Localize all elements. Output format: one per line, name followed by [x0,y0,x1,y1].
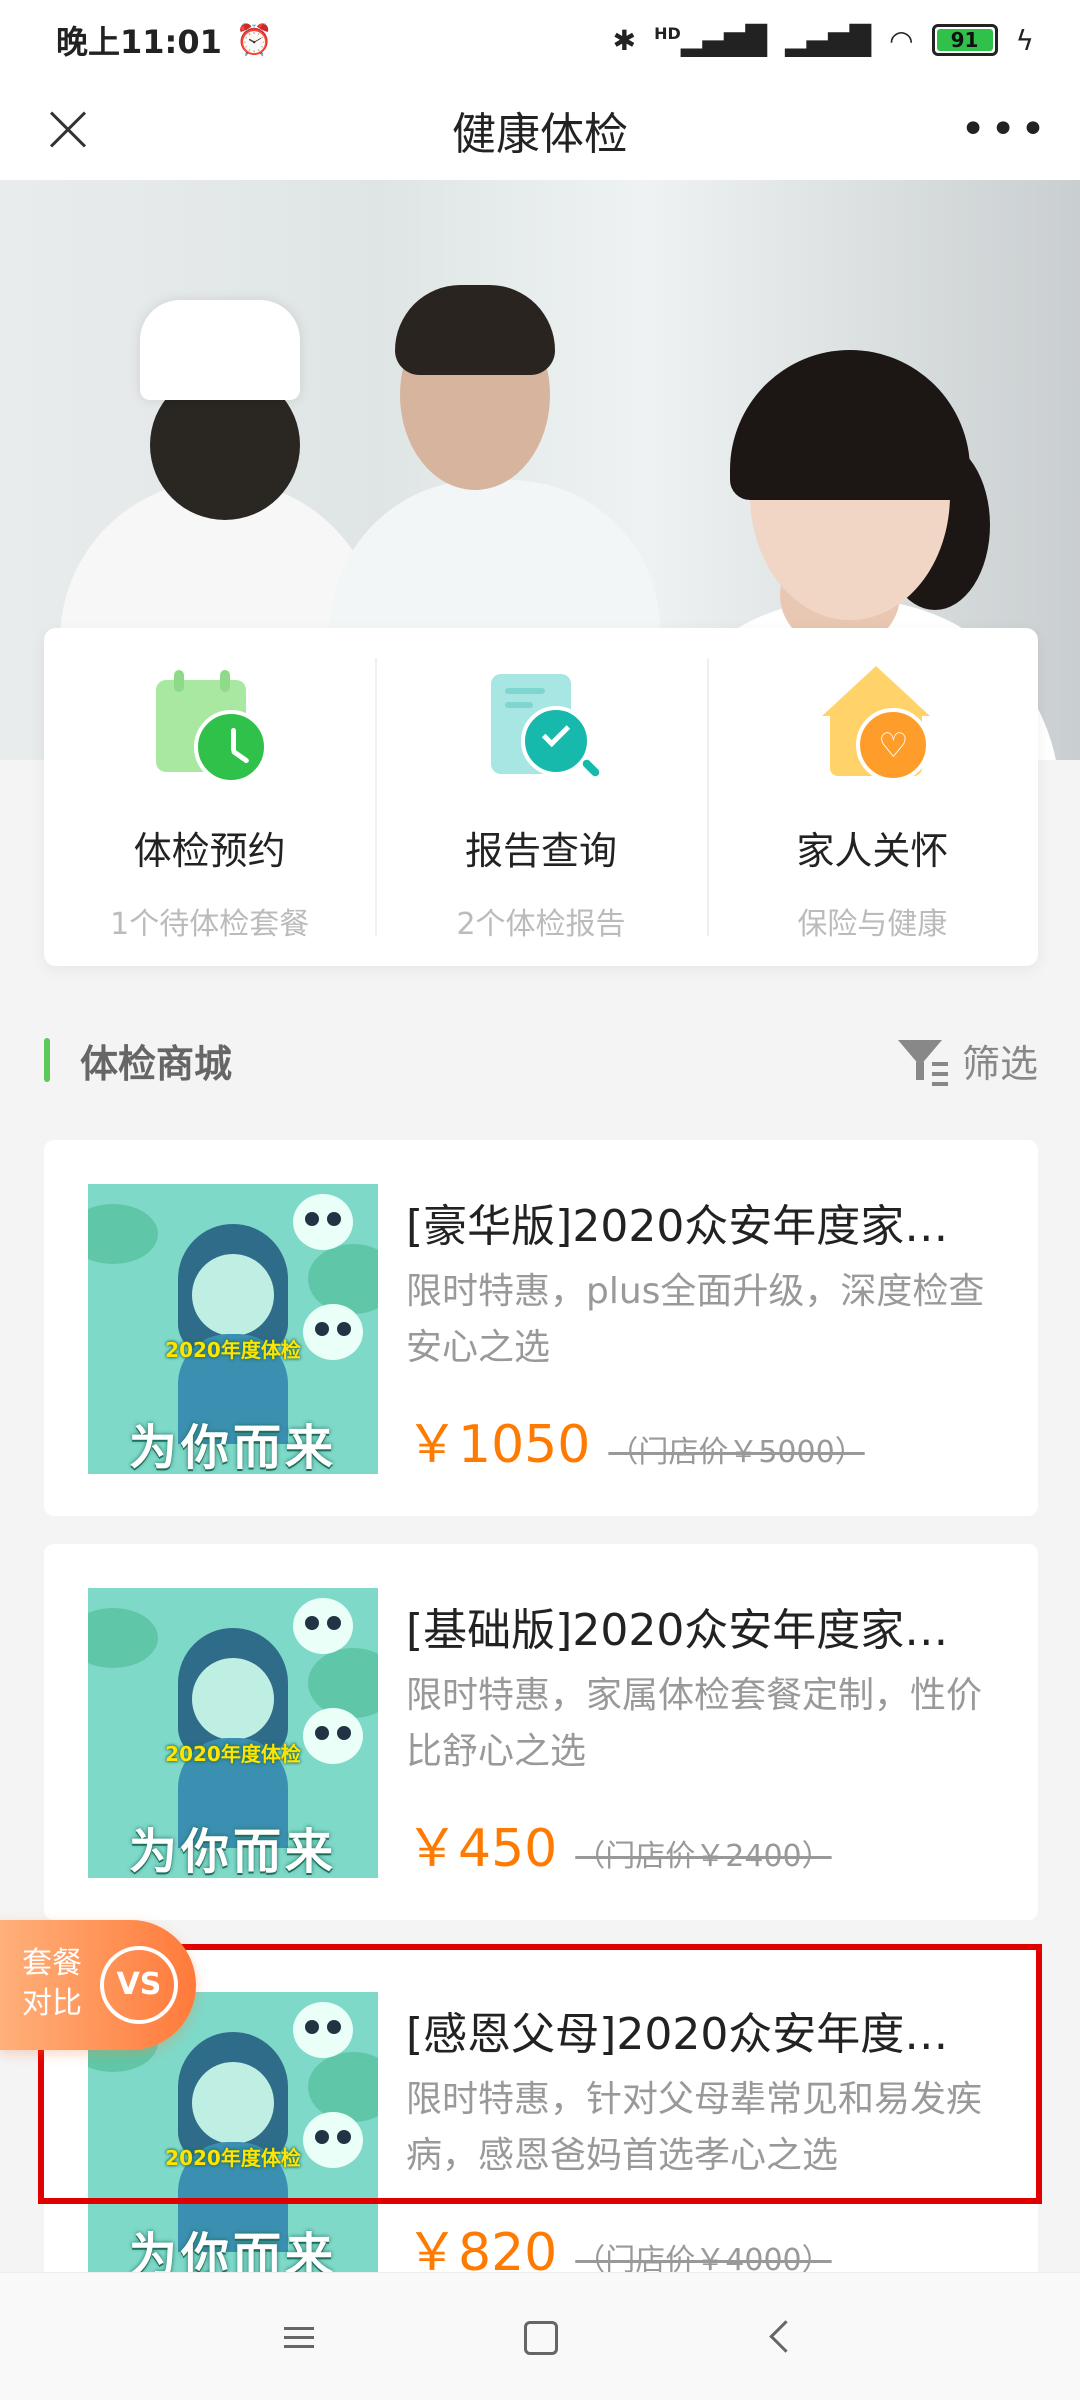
home-icon[interactable] [510,2307,570,2367]
system-nav-bar [0,2272,1080,2400]
product-title: [感恩父母]2020众安年度… [406,2009,949,2060]
price-now: ￥1050 [406,1415,591,1475]
back-icon[interactable] [750,2307,810,2367]
compare-label: 套餐对比 [22,1946,82,2021]
battery-level: 91 [936,29,993,51]
product-title: [豪华版]2020众安年度家… [406,1201,949,1252]
filter-label: 筛选 [961,1041,1038,1086]
product-thumbnail: 2020年度体检 为你而来 [88,1588,378,1878]
product-price: ￥1050 （门店价￥5000） [406,1402,865,1477]
report-search-icon [481,664,601,784]
product-thumbnail: 2020年度体检 为你而来 [88,1184,378,1474]
product-title: [基础版]2020众安年度家… [406,1605,949,1656]
close-icon[interactable] [36,98,100,162]
status-icons: ✱ HD▂▄▆█ ▂▄▆█ ◠ 91 ϟ [613,24,1034,57]
vs-icon: VS [100,1946,178,2024]
quick-actions-card: 体检预约 1个待体检套餐 报告查询 2个体检报告 ♡ 家人关怀 保险与健康 [44,628,1038,966]
product-desc: 限时特惠，针对父母辈常见和易发疾病，感恩爸妈首选孝心之选 [406,2079,983,2176]
price-now: ￥450 [406,1819,558,1879]
thumb-badge: 2020年度体检 [165,1742,301,1766]
status-time: 晚上11:01 [56,23,222,61]
action-sub: 2个体检报告 [456,907,626,942]
product-price: ￥450 （门店价￥2400） [406,1806,832,1881]
section-title: 体检商城 [80,1041,233,1086]
action-family-care[interactable]: ♡ 家人关怀 保险与健康 [706,628,1038,966]
action-sub: 1个待体检套餐 [110,907,310,942]
filter-icon [894,1032,950,1088]
doctor-hair [395,285,555,375]
product-desc: 限时特惠，plus全面升级，深度检查安心之选 [406,1271,985,1368]
product-card[interactable]: 2020年度体检 为你而来 [基础版]2020众安年度家… 限时特惠，家属体检套… [44,1544,1038,1920]
alarm-off-icon: ⏰ [235,22,274,58]
action-label: 报告查询 [464,829,617,873]
status-bar: 晚上11:01 ⏰ ✱ HD▂▄▆█ ▂▄▆█ ◠ 91 ϟ [0,0,1080,80]
thumb-badge: 2020年度体检 [165,2146,301,2170]
section-accent-bar [44,1038,50,1082]
wifi-icon: ◠ [889,23,914,57]
action-label: 体检预约 [133,829,286,873]
mall-section-header: 体检商城 筛选 [44,1030,1038,1090]
action-label: 家人关怀 [796,829,949,873]
more-icon[interactable]: ••• [960,108,1050,152]
woman-hair [730,350,970,500]
product-card[interactable]: 2020年度体检 为你而来 [豪华版]2020众安年度家… 限时特惠，plus全… [44,1140,1038,1516]
charging-icon: ϟ [1015,23,1034,57]
action-sub: 保险与健康 [797,907,948,942]
menu-icon[interactable] [270,2307,330,2367]
product-card[interactable]: 2020年度体检 为你而来 [感恩父母]2020众安年度… 限时特惠，针对父母辈… [44,1948,1038,2324]
price-old: （门店价￥5000） [608,1435,865,1470]
compare-button[interactable]: 套餐对比 VS [0,1920,196,2050]
thumb-slogan: 为你而来 [128,1420,337,1474]
calendar-clock-icon [150,664,270,784]
filter-button[interactable]: 筛选 [894,1032,1038,1088]
battery-icon: 91 [931,24,998,56]
thumb-slogan: 为你而来 [128,1824,337,1878]
page-title: 健康体检 [452,109,628,160]
thumb-badge: 2020年度体检 [165,1338,301,1362]
bluetooth-icon: ✱ [612,23,637,57]
nurse-cap [140,300,300,400]
signal-hd-icon: HD▂▄▆█ [654,23,767,57]
house-heart-icon: ♡ [812,664,932,784]
price-old: （门店价￥2400） [575,1839,832,1874]
signal-icon: ▂▄▆█ [784,23,872,57]
title-bar: 健康体检 ••• [0,80,1080,180]
action-report-query[interactable]: 报告查询 2个体检报告 [375,628,706,966]
product-desc: 限时特惠，家属体检套餐定制，性价比舒心之选 [406,1675,983,1772]
action-appointment[interactable]: 体检预约 1个待体检套餐 [44,628,375,966]
